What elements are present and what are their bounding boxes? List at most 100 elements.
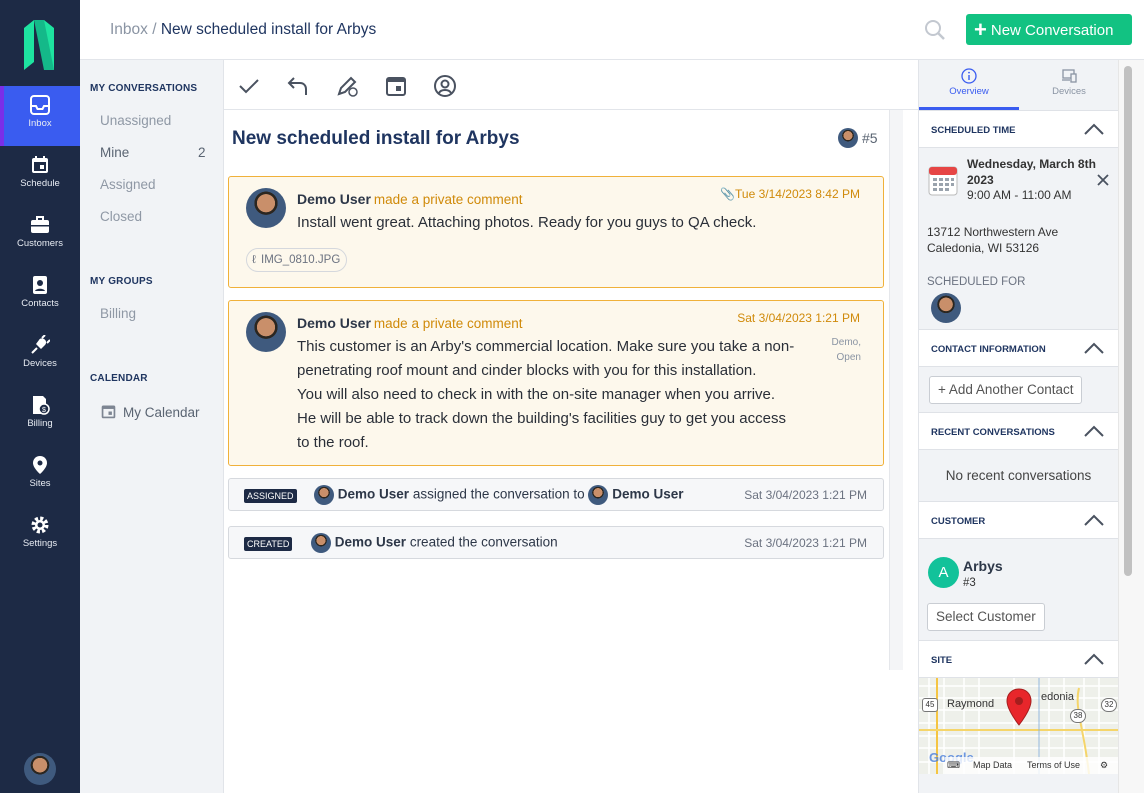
sidebar-item-mine[interactable]: Mine: [100, 145, 129, 160]
reply-icon[interactable]: [286, 74, 310, 98]
breadcrumb-inbox[interactable]: Inbox /: [110, 21, 157, 38]
check-icon[interactable]: [237, 74, 261, 98]
nav-label: Devices: [23, 358, 57, 369]
section-recent-conversations[interactable]: RECENT CONVERSATIONS: [919, 412, 1118, 450]
conversation-view: New scheduled install for Arbys #5 Demo …: [224, 110, 889, 670]
scrollbar-thumb[interactable]: [1124, 66, 1132, 576]
comment-line: He will be able to track down the buildi…: [297, 410, 786, 427]
comment-line: penetrating roof mount and cinder blocks…: [297, 362, 757, 379]
attachment-name: IMG_0810.JPG: [261, 254, 341, 266]
section-title: RECENT CONVERSATIONS: [931, 427, 1055, 438]
assign-pen-icon[interactable]: [335, 74, 359, 98]
map-data-link[interactable]: Map Data: [973, 757, 1012, 774]
attachment-chip[interactable]: ℓ IMG_0810.JPG: [246, 248, 348, 272]
select-customer-button[interactable]: Select Customer: [927, 603, 1045, 631]
section-title: SCHEDULED TIME: [931, 125, 1016, 136]
section-title: CONTACT INFORMATION: [931, 344, 1046, 355]
nav-inbox[interactable]: Inbox: [0, 86, 80, 146]
section-site[interactable]: SITE: [919, 640, 1118, 678]
paperclip-icon: ℓ: [252, 254, 256, 266]
event-time: Sat 3/04/2023 1:21 PM: [744, 488, 867, 502]
details-panel: Overview Devices SCHEDULED TIME Wednesda…: [918, 60, 1119, 793]
comment-date: Sat 3/04/2023 1:21 PM: [737, 311, 860, 325]
site-map[interactable]: 45 Raymond edonia 38 32 Google ⌨ Map Dat…: [919, 678, 1118, 774]
comment-body: Install went great. Attaching photos. Re…: [297, 214, 757, 231]
sidebar-item-closed[interactable]: Closed: [100, 209, 142, 224]
add-contact-button[interactable]: + Add Another Contact: [929, 376, 1083, 404]
keyboard-icon[interactable]: ⌨: [947, 757, 960, 774]
nav-schedule[interactable]: Schedule: [0, 146, 80, 206]
conversation-number: #5: [838, 128, 878, 148]
nav-billing[interactable]: $ Billing: [0, 386, 80, 446]
date-line: 2023: [967, 173, 994, 187]
map-settings-icon[interactable]: ⚙: [1100, 757, 1108, 774]
meta-status: Open: [836, 352, 861, 363]
event-actor: Demo User: [337, 486, 410, 502]
tab-overview[interactable]: Overview: [919, 66, 1019, 110]
map-label-caledonia: edonia: [1041, 691, 1075, 703]
close-icon[interactable]: [1097, 174, 1109, 186]
section-customer[interactable]: CUSTOMER: [919, 501, 1118, 539]
map-footer: ⌨ Map Data Terms of Use ⚙: [945, 757, 1118, 774]
comment-action: made a private comment: [373, 316, 523, 331]
nav-settings[interactable]: Settings: [0, 506, 80, 566]
svg-text:$: $: [42, 407, 46, 414]
event-text: Demo User created the conversation: [311, 533, 558, 553]
terms-link[interactable]: Terms of Use: [1027, 757, 1080, 774]
sidebar-item-billing[interactable]: Billing: [100, 306, 136, 321]
devices-icon: [1062, 69, 1077, 83]
schedule-icon[interactable]: [384, 74, 408, 98]
event-target: Demo User: [612, 486, 684, 502]
section-my-groups: MY GROUPS: [90, 276, 153, 287]
page-scrollbar[interactable]: [1118, 60, 1144, 793]
comment-action: made a private comment: [373, 192, 523, 207]
conversation-sidebar: MY CONVERSATIONS Unassigned Mine Assigne…: [80, 60, 224, 793]
author-name: Demo User: [297, 191, 371, 207]
user-circle-icon[interactable]: [433, 74, 457, 98]
event-tag: ASSIGNED: [244, 489, 297, 503]
site-address: 13712 Northwestern Ave Caledonia, WI 5312…: [927, 224, 1058, 256]
tab-devices[interactable]: Devices: [1019, 66, 1119, 97]
mine-count-badge: 2: [198, 145, 206, 160]
nav-label: Contacts: [21, 298, 59, 309]
scheduled-for-label: SCHEDULED FOR: [927, 276, 1026, 288]
top-bar: Inbox / New scheduled install for Arbys …: [80, 0, 1144, 60]
comment-date: 📎Tue 3/14/2023 8:42 PM: [720, 187, 860, 201]
nav-label: Inbox: [28, 118, 52, 129]
event-actor: Demo User: [334, 534, 407, 550]
my-calendar-label: My Calendar: [123, 405, 200, 420]
sidebar-item-unassigned[interactable]: Unassigned: [100, 113, 171, 128]
breadcrumb-current: New scheduled install for Arbys: [160, 21, 377, 38]
new-conversation-button[interactable]: + New Conversation: [966, 14, 1132, 45]
search-icon[interactable]: [924, 19, 946, 41]
highway-shield: 32: [1101, 698, 1117, 712]
meta-assignee: Demo,: [831, 337, 861, 348]
technician-avatar: [931, 293, 961, 323]
details-tabs: Overview Devices: [919, 60, 1119, 110]
logo-icon[interactable]: [24, 20, 54, 70]
map-label-raymond: Raymond: [947, 698, 995, 710]
conversation-number-text: #5: [862, 130, 878, 146]
address-line: 13712 Northwestern Ave: [927, 225, 1059, 239]
nav-devices[interactable]: Devices: [0, 326, 80, 386]
sidebar-item-my-calendar[interactable]: My Calendar: [100, 403, 200, 420]
sidebar-item-assigned[interactable]: Assigned: [100, 177, 156, 192]
no-recent-text: No recent conversations: [945, 468, 1092, 483]
comment-author: Demo User made a private comment: [297, 191, 523, 207]
briefcase-icon: [31, 216, 49, 233]
section-scheduled-time[interactable]: SCHEDULED TIME: [919, 110, 1118, 148]
section-calendar: CALENDAR: [90, 373, 148, 384]
event-time: Sat 3/04/2023 1:21 PM: [744, 536, 867, 550]
comment-line: to the roof.: [297, 434, 369, 451]
tab-label: Overview: [949, 86, 989, 97]
chevron-up-icon: [1084, 123, 1104, 135]
chevron-up-icon: [1084, 342, 1104, 354]
nav-customers[interactable]: Customers: [0, 206, 80, 266]
user-avatar[interactable]: [24, 753, 56, 785]
section-my-conversations: MY CONVERSATIONS: [90, 83, 198, 94]
nav-contacts[interactable]: Contacts: [0, 266, 80, 326]
section-contact-information[interactable]: CONTACT INFORMATION: [919, 329, 1118, 367]
nav-label: Sites: [29, 478, 51, 489]
conversation-scrollbar[interactable]: [889, 110, 903, 670]
nav-sites[interactable]: Sites: [0, 446, 80, 506]
